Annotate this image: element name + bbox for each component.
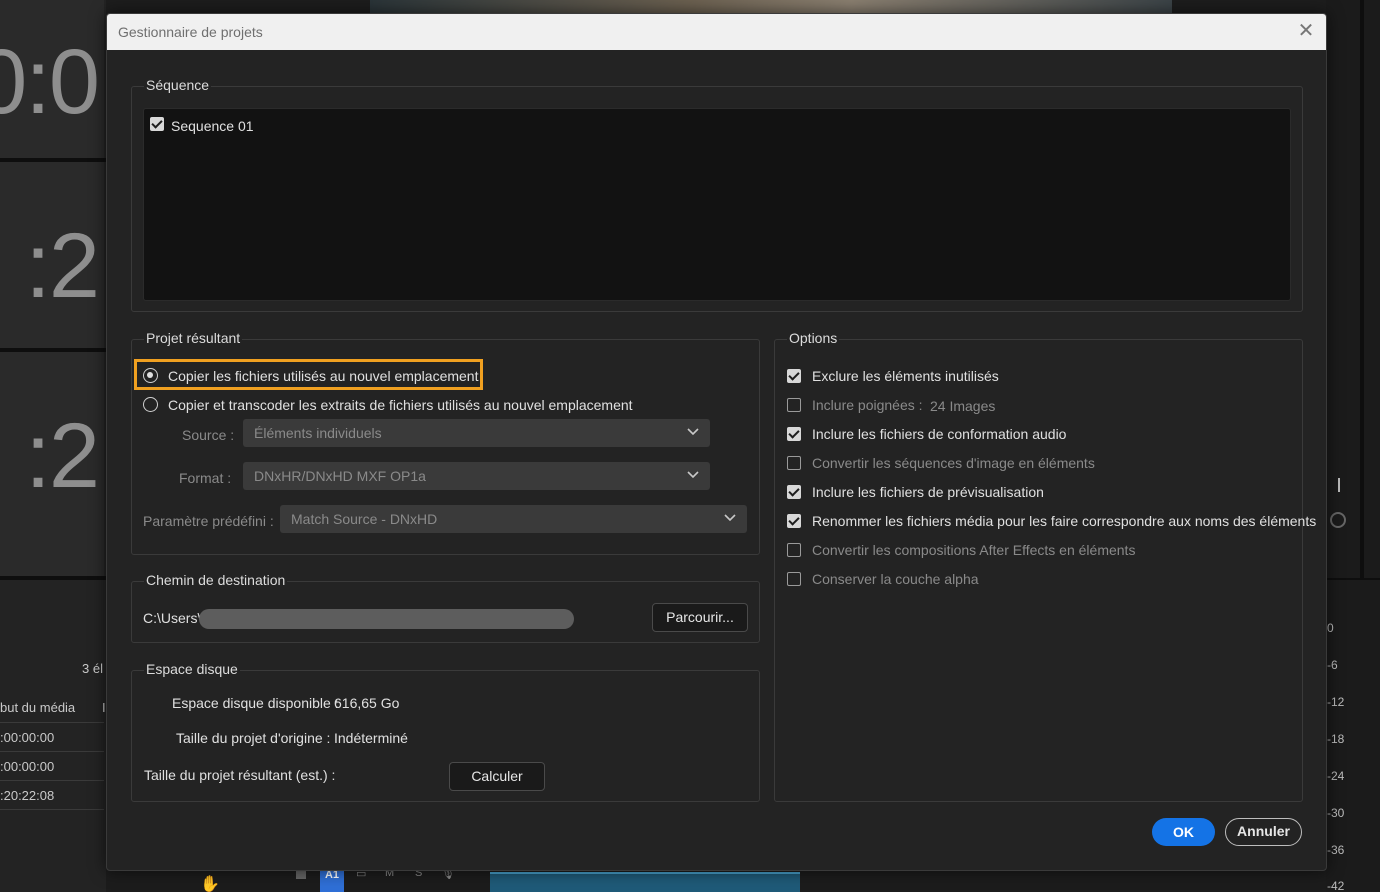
disk-space-label: Espace disque xyxy=(144,661,240,677)
original-size-label: Taille du projet d'origine : xyxy=(176,730,331,746)
destination-label: Chemin de destination xyxy=(144,572,288,588)
sequence-list[interactable]: Sequence 01 xyxy=(143,108,1291,301)
preset-dropdown[interactable]: Match Source - DNxHD xyxy=(280,505,747,533)
chevron-down-icon xyxy=(687,428,699,436)
calculate-button[interactable]: Calculer xyxy=(449,762,545,791)
transcode-option-label[interactable]: Copier et transcoder les extraits de fic… xyxy=(168,397,633,413)
table-row[interactable]: :20:22:08 xyxy=(0,788,54,803)
program-monitor-video xyxy=(370,0,1172,14)
copy-option-label[interactable]: Copier les fichiers utilisés au nouvel e… xyxy=(168,368,478,384)
db-label: -30 xyxy=(1327,806,1345,820)
timecode-1: 0:0 xyxy=(0,31,100,133)
source-dropdown[interactable]: Éléments individuels xyxy=(243,419,710,447)
db-label: -42 xyxy=(1327,879,1345,892)
convert-after-effects-label[interactable]: Convertir les compositions After Effects… xyxy=(812,542,1135,558)
timecode-panel-1: 0:0 xyxy=(0,0,104,158)
sequence-name[interactable]: Sequence 01 xyxy=(171,118,254,134)
timecode-2: :2 xyxy=(25,215,100,317)
source-label: Source : xyxy=(182,427,235,443)
format-value: DNxHR/DNxHD MXF OP1a xyxy=(254,468,426,484)
db-label: -18 xyxy=(1327,732,1345,746)
include-handles-checkbox[interactable] xyxy=(787,398,801,412)
ok-button[interactable]: OK xyxy=(1152,818,1215,846)
available-space-label: Espace disque disponible : xyxy=(172,695,339,711)
db-label: -24 xyxy=(1327,769,1345,783)
project-manager-dialog: Gestionnaire de projets ✕ Séquence Seque… xyxy=(106,13,1327,871)
redacted-path xyxy=(199,609,574,629)
options-label: Options xyxy=(787,330,840,346)
db-label: 0 xyxy=(1327,621,1334,635)
rename-media-checkbox[interactable] xyxy=(787,514,801,528)
db-label: -6 xyxy=(1327,658,1338,672)
include-audio-conform-checkbox[interactable] xyxy=(787,427,801,441)
items-count: 3 él xyxy=(82,661,103,676)
handles-value-field[interactable]: 24 Images xyxy=(930,398,995,414)
preset-label: Paramètre prédéfini : xyxy=(143,513,274,529)
timecode-panel-2: :2 xyxy=(0,162,104,348)
row-separator xyxy=(0,809,104,810)
sequence-group-label: Séquence xyxy=(144,77,212,93)
dialog-titlebar[interactable]: Gestionnaire de projets ✕ xyxy=(107,14,1326,50)
include-preview-files-label[interactable]: Inclure les fichiers de prévisualisation xyxy=(812,484,1044,500)
convert-after-effects-checkbox[interactable] xyxy=(787,543,801,557)
preserve-alpha-checkbox[interactable] xyxy=(787,572,801,586)
chevron-down-icon xyxy=(724,514,736,522)
audio-meter-panel xyxy=(1326,0,1380,892)
cancel-button[interactable]: Annuler xyxy=(1225,818,1302,846)
preset-value: Match Source - DNxHD xyxy=(291,511,438,527)
preserve-alpha-label[interactable]: Conserver la couche alpha xyxy=(812,571,979,587)
audio-clip[interactable] xyxy=(490,872,800,892)
exclude-unused-checkbox[interactable] xyxy=(787,369,801,383)
close-icon[interactable]: ✕ xyxy=(1296,21,1316,42)
row-separator xyxy=(0,722,104,723)
panel-divider xyxy=(1360,0,1364,580)
format-label: Format : xyxy=(179,470,232,486)
hand-tool-icon[interactable]: ✋ xyxy=(200,874,220,892)
db-label: -12 xyxy=(1327,695,1345,709)
include-preview-files-checkbox[interactable] xyxy=(787,485,801,499)
table-row[interactable]: :00:00:00 xyxy=(0,730,54,745)
row-separator xyxy=(0,751,104,752)
table-row[interactable]: :00:00:00 xyxy=(0,759,54,774)
copy-radio[interactable] xyxy=(143,368,158,383)
transcode-radio[interactable] xyxy=(143,397,158,412)
resulting-project-label: Projet résultant xyxy=(144,330,243,346)
include-audio-conform-label[interactable]: Inclure les fichiers de conformation aud… xyxy=(812,426,1066,442)
column-header-media-start[interactable]: but du média xyxy=(0,700,75,715)
convert-image-sequences-checkbox[interactable] xyxy=(787,456,801,470)
divider xyxy=(1326,578,1380,580)
include-handles-label[interactable]: Inclure poignées : xyxy=(812,397,923,413)
sequence-checkbox[interactable] xyxy=(150,117,164,131)
timecode-3: :2 xyxy=(25,405,100,507)
playhead-marker xyxy=(1338,478,1340,492)
resulting-size-label: Taille du projet résultant (est.) : xyxy=(144,767,336,783)
source-value: Éléments individuels xyxy=(254,425,382,441)
scroll-handle[interactable] xyxy=(1330,512,1346,528)
db-label: -36 xyxy=(1327,843,1345,857)
original-size-value: Indéterminé xyxy=(334,730,408,746)
format-dropdown[interactable]: DNxHR/DNxHD MXF OP1a xyxy=(243,462,710,490)
rename-media-label[interactable]: Renommer les fichiers média pour les fai… xyxy=(812,513,1316,529)
exclude-unused-label[interactable]: Exclure les éléments inutilisés xyxy=(812,368,999,384)
destination-path[interactable]: C:\Users\ xyxy=(143,610,201,626)
row-separator xyxy=(0,780,104,781)
browse-button[interactable]: Parcourir... xyxy=(652,603,748,632)
timecode-panel-3: :2 xyxy=(0,352,104,576)
available-space-value: 616,65 Go xyxy=(334,695,400,711)
background-left-panel: 0:0 :2 :2 3 él but du média I :00:00:00 … xyxy=(0,0,106,892)
chevron-down-icon xyxy=(687,471,699,479)
convert-image-sequences-label[interactable]: Convertir les séquences d'image en éléme… xyxy=(812,455,1095,471)
divider xyxy=(0,576,106,580)
dialog-title: Gestionnaire de projets xyxy=(118,24,263,40)
